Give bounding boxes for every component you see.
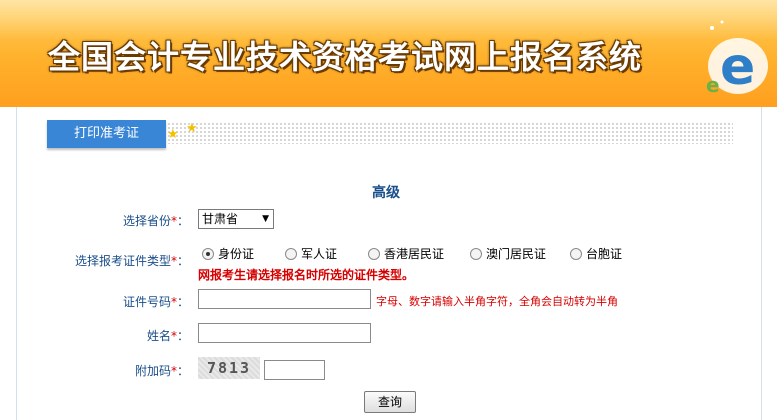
id-number-label-text: 证件号码 bbox=[122, 295, 171, 309]
id-number-label: 证件号码*： bbox=[122, 295, 189, 309]
tab-bar: 打印准考证 bbox=[47, 120, 733, 150]
captcha-image[interactable]: 7813 bbox=[198, 357, 260, 379]
radio-label: 香港居民证 bbox=[384, 247, 445, 261]
radio-id-card[interactable]: 身份证 bbox=[202, 245, 254, 261]
required-mark: * bbox=[170, 254, 177, 268]
province-select[interactable]: 甘肃省 ▼ bbox=[198, 209, 274, 229]
e-logo-icon: e e bbox=[706, 20, 768, 97]
radio-button[interactable] bbox=[570, 248, 582, 260]
radio-taiwan-id[interactable]: 台胞证 bbox=[570, 245, 622, 261]
radio-label: 澳门居民证 bbox=[486, 247, 547, 261]
required-mark: * bbox=[170, 295, 177, 309]
captcha-label: 附加码*： bbox=[134, 364, 189, 378]
required-mark: * bbox=[170, 214, 177, 228]
radio-label: 台胞证 bbox=[586, 247, 623, 261]
radio-label: 身份证 bbox=[218, 247, 255, 261]
site-title: 全国会计专业技术资格考试网上报名系统 bbox=[48, 38, 643, 76]
radio-button[interactable] bbox=[285, 248, 297, 260]
captcha-label-text: 附加码 bbox=[134, 364, 171, 378]
id-number-hint: 字母、数字请输入半角字符，全角会自动转为半角 bbox=[376, 295, 618, 308]
id-type-label: 选择报考证件类型*： bbox=[74, 254, 189, 268]
province-label: 选择省份*： bbox=[122, 214, 189, 228]
svg-text:e: e bbox=[706, 73, 720, 97]
tab-print-admission-ticket[interactable]: 打印准考证 bbox=[47, 120, 166, 148]
header-banner: 全国会计专业技术资格考试网上报名系统 e e bbox=[0, 0, 777, 107]
captcha-input[interactable] bbox=[264, 360, 325, 380]
province-label-text: 选择省份 bbox=[122, 214, 171, 228]
name-label-text: 姓名 bbox=[146, 329, 171, 343]
name-label: 姓名*： bbox=[146, 329, 189, 343]
id-type-label-text: 选择报考证件类型 bbox=[74, 254, 171, 268]
star-icon: ★ bbox=[167, 127, 179, 142]
radio-button-checked[interactable] bbox=[202, 248, 214, 260]
radio-macau-id[interactable]: 澳门居民证 bbox=[470, 245, 546, 261]
required-mark: * bbox=[170, 364, 177, 378]
radio-military-id[interactable]: 军人证 bbox=[285, 245, 337, 261]
id-number-input[interactable] bbox=[198, 289, 371, 309]
dotted-divider bbox=[167, 122, 733, 144]
query-button[interactable]: 查询 bbox=[364, 391, 416, 413]
id-type-warning: 网报考生请选择报名时所选的证件类型。 bbox=[198, 268, 415, 282]
required-mark: * bbox=[170, 329, 177, 343]
star-icon: ★ bbox=[186, 121, 198, 136]
province-select-value: 甘肃省 bbox=[202, 212, 239, 226]
svg-text:e: e bbox=[720, 37, 755, 97]
exam-level-heading: 高级 bbox=[372, 185, 400, 201]
radio-button[interactable] bbox=[368, 248, 380, 260]
name-input[interactable] bbox=[198, 323, 371, 343]
radio-hongkong-id[interactable]: 香港居民证 bbox=[368, 245, 444, 261]
radio-button[interactable] bbox=[470, 248, 482, 260]
dropdown-arrow-icon: ▼ bbox=[262, 214, 269, 224]
radio-label: 军人证 bbox=[301, 247, 338, 261]
